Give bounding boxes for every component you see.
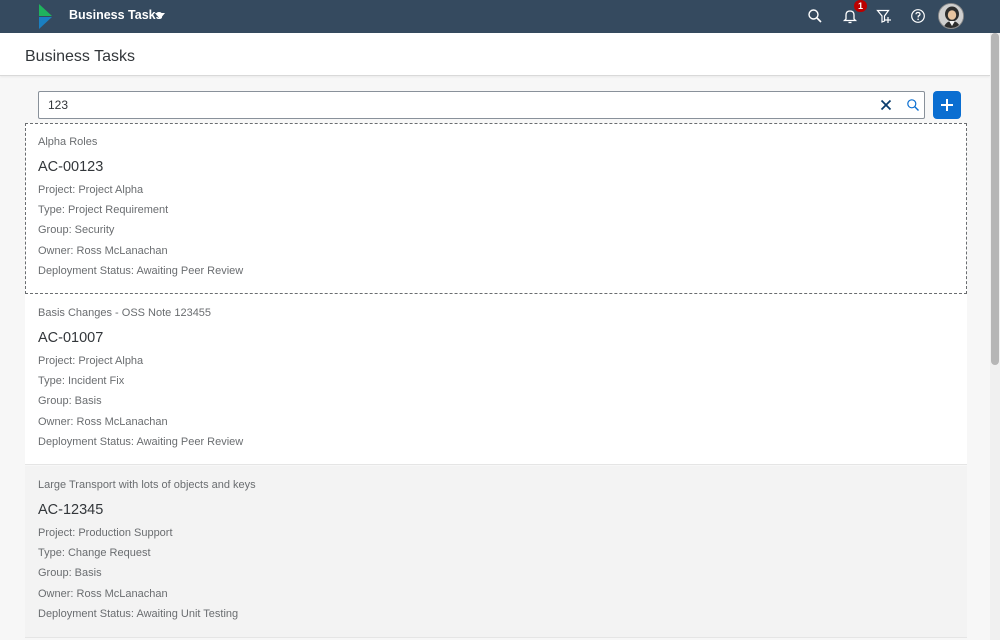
task-list-item[interactable]: Basis Changes - OSS Note 123455 AC-01007… bbox=[25, 294, 967, 465]
clear-icon[interactable] bbox=[880, 99, 892, 111]
task-description: Large Transport with lots of objects and… bbox=[38, 479, 256, 491]
task-type: Type: Incident Fix bbox=[38, 375, 125, 387]
task-list-item[interactable]: Large Transport with lots of objects and… bbox=[25, 466, 967, 638]
app-title[interactable]: Business Tasks bbox=[69, 0, 163, 33]
task-deployment-status: Deployment Status: Awaiting Peer Review bbox=[38, 265, 244, 277]
task-type: Type: Change Request bbox=[38, 547, 151, 559]
task-type: Type: Project Requirement bbox=[38, 204, 169, 216]
logo-icon[interactable] bbox=[36, 4, 54, 29]
search-field[interactable] bbox=[38, 91, 925, 119]
scrollbar-thumb[interactable] bbox=[991, 33, 999, 365]
task-group: Group: Basis bbox=[38, 395, 102, 407]
search-input[interactable] bbox=[48, 92, 868, 118]
task-deployment-status: Deployment Status: Awaiting Peer Review bbox=[38, 436, 244, 448]
page-header: Business Tasks bbox=[0, 33, 990, 76]
task-id: AC-12345 bbox=[38, 502, 104, 518]
page-title: Business Tasks bbox=[25, 48, 135, 65]
plus-icon bbox=[941, 99, 953, 111]
task-project: Project: Project Alpha bbox=[38, 184, 144, 196]
task-project: Project: Project Alpha bbox=[38, 355, 144, 367]
help-icon[interactable] bbox=[910, 8, 926, 24]
task-description: Alpha Roles bbox=[38, 136, 98, 148]
search-submit-icon[interactable] bbox=[906, 98, 920, 112]
avatar[interactable] bbox=[938, 3, 964, 29]
task-owner: Owner: Ross McLanachan bbox=[38, 245, 168, 257]
search-icon[interactable] bbox=[807, 8, 823, 24]
task-owner: Owner: Ross McLanachan bbox=[38, 588, 168, 600]
task-project: Project: Production Support bbox=[38, 527, 173, 539]
notification-badge: 1 bbox=[854, 0, 867, 12]
chevron-down-icon[interactable] bbox=[155, 13, 165, 20]
task-id: AC-00123 bbox=[38, 159, 104, 175]
shell-bar: Business Tasks 1 bbox=[0, 0, 1000, 33]
task-deployment-status: Deployment Status: Awaiting Unit Testing bbox=[38, 608, 239, 620]
scrollbar[interactable] bbox=[990, 33, 1000, 640]
task-group: Group: Security bbox=[38, 224, 115, 236]
user-avatar-icon bbox=[939, 4, 963, 28]
task-description: Basis Changes - OSS Note 123455 bbox=[38, 307, 212, 319]
filter-add-icon[interactable] bbox=[876, 8, 892, 24]
add-task-button[interactable] bbox=[933, 91, 961, 119]
task-group: Group: Basis bbox=[38, 567, 102, 579]
task-id: AC-01007 bbox=[38, 330, 104, 346]
task-owner: Owner: Ross McLanachan bbox=[38, 416, 168, 428]
task-list-item[interactable]: Alpha Roles AC-00123 Project: Project Al… bbox=[25, 123, 967, 294]
